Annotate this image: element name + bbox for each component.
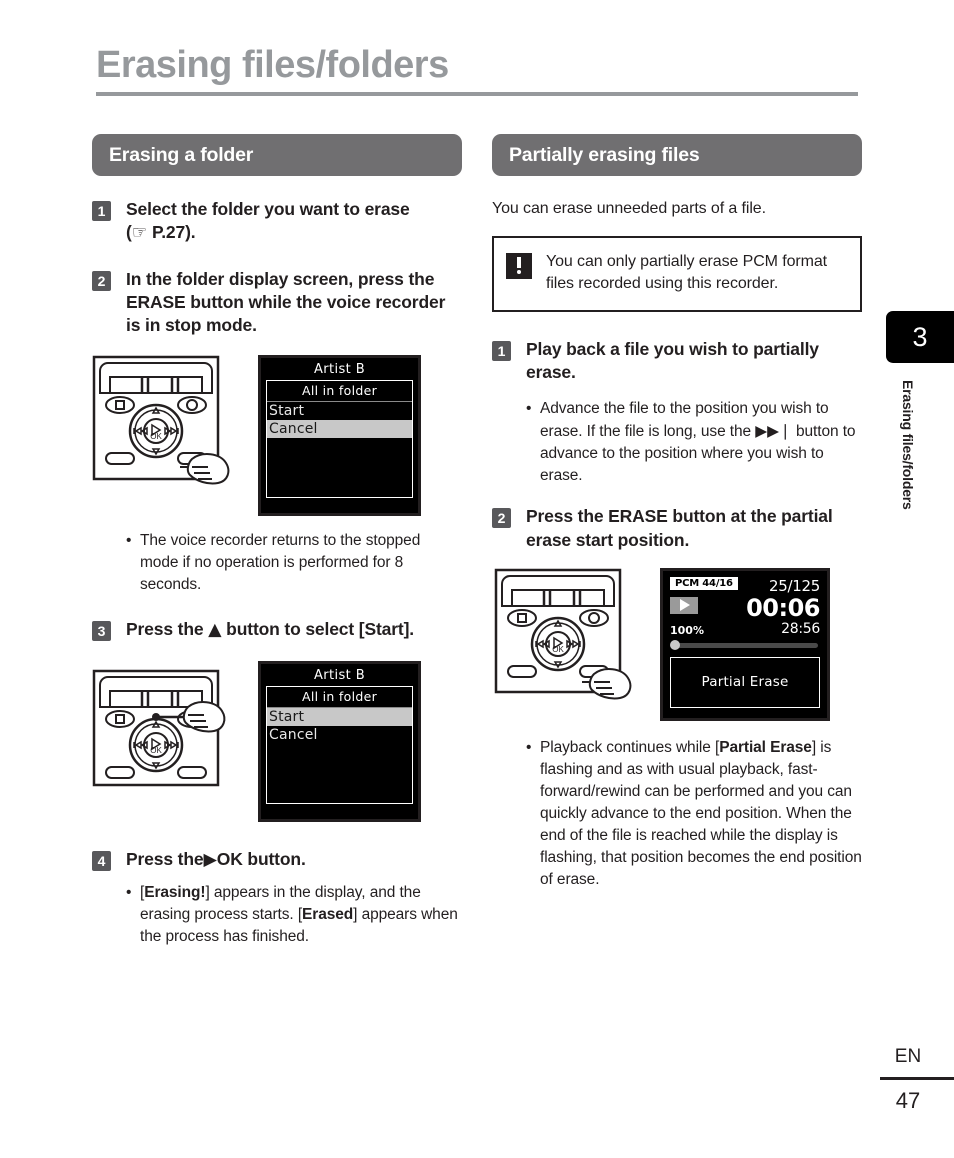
bullet-list-after-step-2: • Playback continues while [Partial Eras… [492,737,862,891]
current-time: 00:06 [746,593,820,622]
bullet-dot: • [526,738,532,756]
pointing-hand-icon: ☞ [131,223,148,244]
progress-bar[interactable] [670,639,820,650]
lcd-speed-row: 100% 28:56 [670,621,820,637]
recorder-svg: OK [92,669,226,786]
bullet-item: • Advance the file to the position you w… [526,398,862,487]
fast-forward-icon: ▶▶❘ [755,422,792,441]
playback-speed: 100% [670,623,704,637]
language-code: EN [894,1046,922,1067]
lcd-panel: All in folder Start Cancel [266,380,413,499]
step-1: 1 Select the folder you want to erase (☞… [92,198,462,246]
page-number: 47 [895,1088,921,1113]
lcd-panel: All in folder Start Cancel [266,685,413,804]
section-header-partially-erasing-files: Partially erasing files [492,134,862,176]
step-text: Select the folder you want to erase (☞ P… [126,199,410,244]
bullet-text: [Erasing!] appears in the display, and t… [140,883,458,945]
note-box: You can only partially erase PCM format … [492,236,862,312]
bullet-text: Advance the file to the position you wis… [540,400,856,485]
lcd-menu-item-start[interactable]: Start [267,402,412,420]
svg-text:OK: OK [150,432,162,441]
lcd-title: Artist B [313,362,366,378]
step-text: Press the ▲ button to select [Start]. [126,619,414,641]
total-time: 28:56 [781,620,820,637]
play-icon [670,596,698,614]
step-2: 2 In the folder display screen, press th… [92,268,462,338]
bullet-dot: • [126,532,132,550]
format-badge: PCM 44/16 [670,576,738,590]
footer-divider [880,1077,954,1080]
note-text: You can only partially erase PCM format … [546,253,827,293]
bullet-text: The voice recorder returns to the stoppe… [140,532,421,594]
voice-recorder-illustration: OK [92,661,240,796]
step-number-badge: 1 [92,201,111,221]
lcd-screen-playback: PCM 44/16 25/125 00:06 100% 28:56 Partia… [660,567,830,721]
bullet-item: • Playback continues while [Partial Eras… [526,737,862,891]
step-number-badge: 4 [92,850,111,871]
track-counter: 25/125 [769,576,820,595]
partial-erase-label: Partial Erase [701,674,789,691]
step-3: 3 Press the ▲ button to select [Start]. [92,618,462,642]
step-4: 4 Press the▶OK button. [92,848,462,872]
step-text: Press the▶OK button. [126,848,306,870]
figure-step-2: OK PCM 44/16 25/125 00:06 100% 28:56 Par… [492,567,862,721]
lcd-menu-item-cancel[interactable]: Cancel [267,420,412,439]
chapter-tab-label: Erasing files/folders [900,380,916,510]
step-2: 2 Press the ERASE button at the partial … [492,505,862,552]
recorder-svg: OK [494,568,632,700]
svg-text:OK: OK [150,746,162,755]
lcd-title: Artist B [313,667,366,683]
intro-paragraph: You can erase unneeded parts of a file. [492,200,766,217]
progress-knob[interactable] [670,639,680,650]
partial-erase-message-box: Partial Erase [670,656,820,708]
chapter-tab-number: 3 [886,311,954,363]
step-number-badge: 2 [92,270,111,291]
section-header-label: Erasing a folder [109,143,254,166]
section-header-label: Partially erasing files [509,143,700,166]
bullet-text: Playback continues while [Partial Erase]… [540,738,862,888]
step-number-badge: 2 [492,508,511,529]
exclamation-icon [506,253,532,279]
lcd-time-row: 00:06 [670,593,820,622]
lcd-screen-erase-menu-cancel: Artist B All in folder Start Cancel [258,355,421,517]
section-header-erasing-a-folder: Erasing a folder [92,134,462,176]
step-text: Press the ERASE button at the partial er… [526,506,833,550]
lcd-screen-erase-menu-start: Artist B All in folder Start Cancel [258,660,421,822]
bullet-dot: • [126,883,132,901]
bullet-list-after-step-4: • [Erasing!] appears in the display, and… [92,882,462,948]
progress-track [674,642,818,648]
voice-recorder-illustration: OK [492,568,644,705]
left-column: Erasing a folder 1 Select the folder you… [92,134,462,948]
step-number-badge: 3 [92,621,111,642]
figure-step-2: OK Artist B All in folder Start Cancel [92,355,462,517]
step-text: Play back a file you wish to partially e… [526,338,819,383]
lcd-menu-item-cancel[interactable]: Cancel [267,726,412,744]
title-divider [96,92,858,96]
voice-recorder-illustration: OK [92,355,242,490]
step-number-badge: 1 [492,340,511,361]
svg-text:OK: OK [552,645,564,654]
lcd-menu-item-start[interactable]: Start [267,707,412,726]
up-arrow-icon: ▲ [208,620,222,641]
play-arrow-icon: ▶ [203,849,217,870]
page-title: Erasing files/folders [96,44,449,86]
bullet-list-after-step-2: • The voice recorder returns to the stop… [92,530,462,596]
figure-step-3: OK Artist B All in folder Start Cancel [92,660,462,822]
recorder-svg: OK [92,356,230,485]
pointing-hand-icon [182,700,226,733]
bullet-item: • The voice recorder returns to the stop… [126,530,462,596]
lcd-panel-heading: All in folder [267,687,412,708]
bullet-dot: • [526,400,532,418]
lcd-panel-heading: All in folder [267,381,412,403]
lcd-status-row: PCM 44/16 25/125 [670,576,820,595]
step-text: In the folder display screen, press the … [126,268,446,336]
right-column: Partially erasing files You can erase un… [492,134,862,891]
bullet-item: • [Erasing!] appears in the display, and… [126,882,462,948]
bullet-list-after-step-1: • Advance the file to the position you w… [492,398,862,487]
step-1: 1 Play back a file you wish to partially… [492,338,862,385]
